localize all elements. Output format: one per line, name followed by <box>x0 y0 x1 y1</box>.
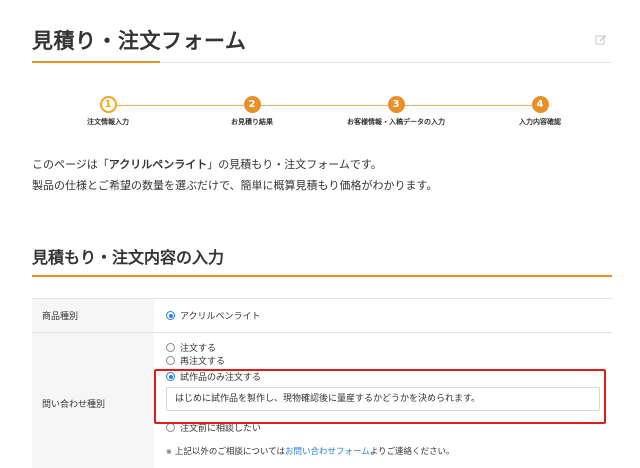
step-3-number: 3 <box>387 96 405 113</box>
inquiry-radio-consult[interactable] <box>166 423 175 432</box>
step-3: 3 お客様情報・入稿データの入力 <box>326 96 466 127</box>
inquiry-note: ※ 上記以外のご相談についてはお問い合わせフォームよりご連絡ください。 <box>166 445 455 457</box>
product-type-field: アクリルペンライト <box>154 298 612 333</box>
title-accent-line <box>32 61 160 63</box>
note-mark: ※ <box>166 448 172 456</box>
inquiry-option-reorder[interactable]: 再注文する <box>166 354 225 367</box>
edit-icon[interactable] <box>595 34 607 46</box>
section-title: 見積もり・注文内容の入力 <box>32 248 225 267</box>
contact-form-link[interactable]: お問い合わせフォーム <box>285 447 370 457</box>
step-4-number: 4 <box>531 96 549 113</box>
inquiry-radio-order[interactable] <box>166 343 175 352</box>
step-3-label: お客様情報・入稿データの入力 <box>347 118 445 126</box>
step-1: 1 注文情報入力 <box>38 96 178 127</box>
step-1-label: 注文情報入力 <box>87 118 129 126</box>
inquiry-type-label: 問い合わせ種別 <box>32 332 154 468</box>
step-1-number: 1 <box>99 96 117 113</box>
step-4-label: 入力内容確認 <box>519 118 561 126</box>
inquiry-option-reorder-label: 再注文する <box>180 357 226 367</box>
step-2: 2 お見積り結果 <box>182 96 322 127</box>
product-type-label: 商品種別 <box>32 298 154 333</box>
intro-text: このページは「アクリルペンライト」の見積もり・注文フォームです。 製品の仕様とご… <box>32 154 437 196</box>
step-2-label: お見積り結果 <box>231 118 273 126</box>
section-divider <box>32 275 612 277</box>
note-prefix: 上記以外のご相談については <box>174 447 285 457</box>
product-type-option[interactable]: アクリルペンライト <box>166 309 612 322</box>
step-4: 4 入力内容確認 <box>470 96 610 127</box>
inquiry-radio-reorder[interactable] <box>166 356 175 365</box>
intro-line-1-suffix: 」の見積もり・注文フォームです。 <box>207 158 382 171</box>
product-type-radio[interactable] <box>166 311 175 320</box>
intro-line-1: このページは「アクリルペンライト」の見積もり・注文フォームです。 <box>32 154 437 175</box>
step-2-number: 2 <box>243 96 261 113</box>
intro-product-name: アクリルペンライト <box>108 158 208 171</box>
inquiry-option-order[interactable]: 注文する <box>166 341 216 354</box>
intro-line-2: 製品の仕様とご希望の数量を選ぶだけで、簡単に概算見積もり価格がわかります。 <box>32 179 438 192</box>
form-row-product-type: 商品種別 アクリルペンライト <box>32 298 612 333</box>
product-type-option-label: アクリルペンライト <box>180 312 261 322</box>
inquiry-option-order-label: 注文する <box>180 344 217 354</box>
page-title: 見積り・注文フォーム <box>32 29 247 53</box>
note-suffix: よりご連絡ください。 <box>369 447 455 457</box>
intro-line-1-prefix: このページは「 <box>32 158 109 171</box>
progress-steps: 1 注文情報入力 2 お見積り結果 3 お客様情報・入稿データの入力 4 入力内… <box>32 96 612 136</box>
highlight-box <box>154 369 606 424</box>
